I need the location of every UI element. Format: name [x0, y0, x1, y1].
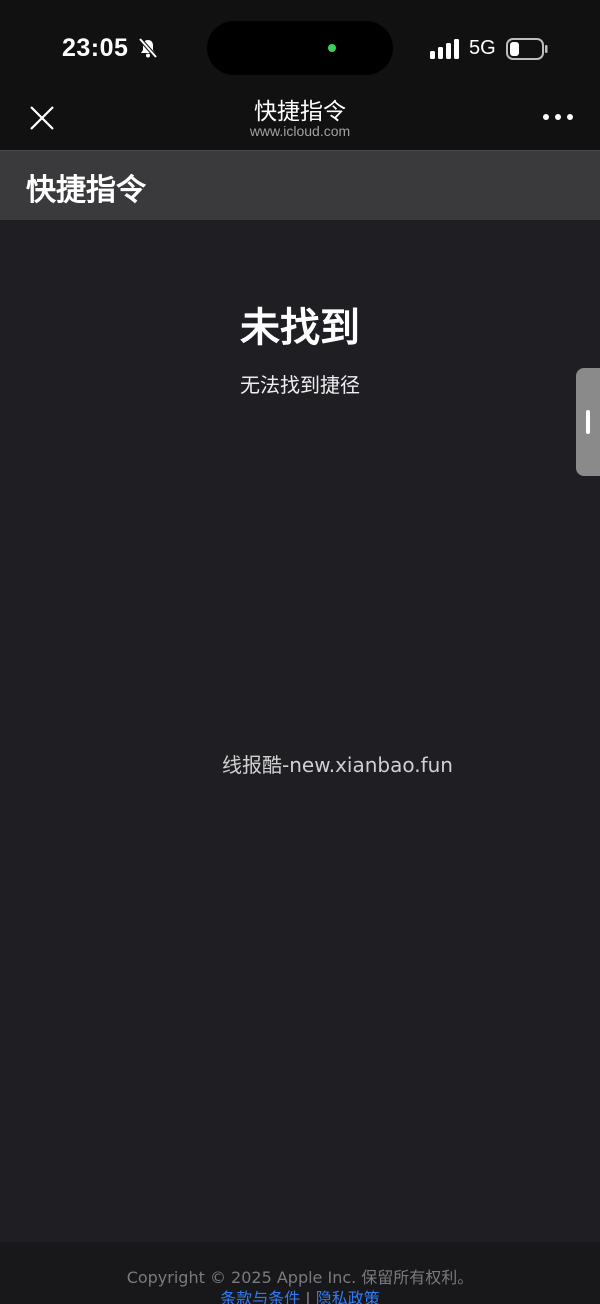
side-drag-handle[interactable] [576, 368, 600, 476]
bell-slash-icon [138, 37, 158, 59]
nav-subtitle-url: www.icloud.com [249, 123, 351, 139]
privacy-link[interactable]: 隐私政策 [316, 1289, 380, 1304]
network-type: 5G [469, 37, 496, 59]
footer-separator: | [305, 1289, 311, 1304]
status-bar: 23:05 5G [0, 0, 600, 96]
page-title: 快捷指令 [26, 173, 146, 208]
nav-title: 快捷指令 [254, 99, 346, 125]
more-icon[interactable] [542, 112, 574, 122]
battery-icon [506, 38, 548, 60]
status-time: 23:05 [62, 34, 129, 62]
footer: Copyright © 2025 Apple Inc. 保留所有权利。 条款与条… [0, 1242, 600, 1304]
terms-link[interactable]: 条款与条件 [220, 1289, 300, 1304]
error-message: 无法找到捷径 [240, 373, 360, 397]
nav-bar: 快捷指令 www.icloud.com [0, 96, 600, 150]
handle-grip [586, 410, 590, 434]
footer-links: 条款与条件 | 隐私政策 [0, 1285, 600, 1304]
page-header: 快捷指令 [0, 150, 600, 220]
error-title: 未找到 [240, 305, 360, 351]
privacy-indicator-dot [328, 44, 336, 52]
cellular-signal-icon [430, 39, 459, 59]
watermark-text: 线报酷-new.xianbao.fun [222, 753, 453, 777]
dynamic-island [207, 21, 393, 75]
